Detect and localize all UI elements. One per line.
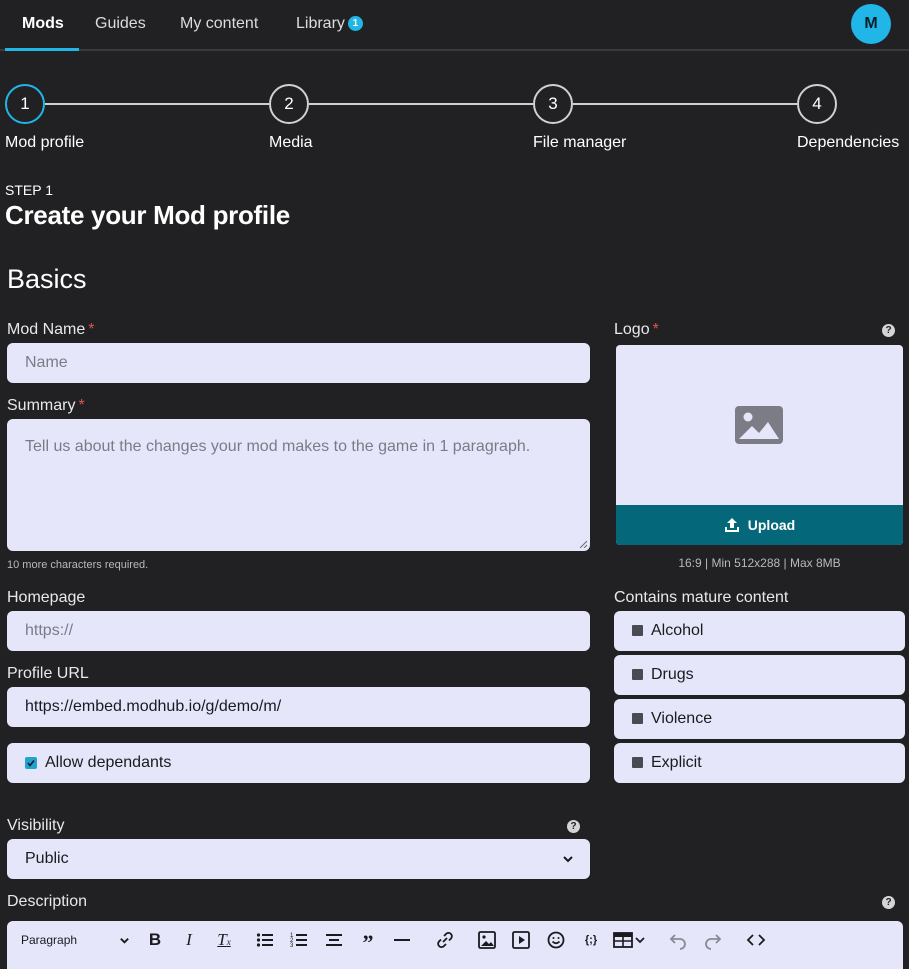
bullet-list-icon[interactable] bbox=[256, 930, 274, 950]
step-4-label: Dependencies bbox=[797, 134, 900, 151]
step-1-label: Mod profile bbox=[5, 134, 85, 151]
quote-icon[interactable]: ” bbox=[358, 930, 378, 955]
emoji-icon[interactable] bbox=[547, 930, 565, 950]
homepage-input[interactable]: https:// bbox=[7, 611, 590, 651]
allow-dependants-checkbox[interactable]: Allow dependants bbox=[7, 743, 590, 783]
mature-option-label: Explicit bbox=[651, 754, 702, 771]
profile-url-label: Profile URL bbox=[7, 665, 89, 682]
required-marker: * bbox=[88, 321, 95, 338]
mod-name-label-text: Mod Name bbox=[7, 321, 86, 338]
bold-icon[interactable]: B bbox=[145, 930, 165, 950]
visibility-label: Visibility bbox=[7, 817, 65, 834]
chevron-down-icon bbox=[563, 856, 573, 863]
horizontal-rule-icon[interactable] bbox=[393, 930, 411, 950]
mature-option-alcohol[interactable]: Alcohol bbox=[614, 611, 905, 651]
avatar[interactable]: M bbox=[851, 4, 891, 44]
profile-url-input[interactable]: https://embed.modhub.io/g/demo/m/ bbox=[7, 687, 590, 727]
italic-icon[interactable]: I bbox=[179, 930, 199, 950]
mod-name-label: Mod Name * bbox=[7, 321, 94, 339]
mature-option-label: Violence bbox=[651, 710, 713, 727]
numbered-list-icon[interactable]: 1 2 3 bbox=[290, 930, 308, 950]
logo-label-text: Logo bbox=[614, 321, 650, 338]
stepper-connector bbox=[573, 103, 797, 105]
undo-icon[interactable] bbox=[669, 930, 687, 950]
step-3-circle[interactable]: 3 bbox=[533, 84, 573, 124]
link-icon[interactable] bbox=[435, 930, 455, 950]
step-4-circle[interactable]: 4 bbox=[797, 84, 837, 124]
mature-option-label: Drugs bbox=[651, 666, 694, 683]
section-title-basics: Basics bbox=[7, 264, 87, 294]
homepage-label: Homepage bbox=[7, 589, 86, 606]
tab-library[interactable]: Library 1 bbox=[296, 0, 363, 51]
stepper-connector bbox=[309, 103, 533, 105]
summary-label: Summary * bbox=[7, 397, 85, 415]
checkbox-unchecked-icon bbox=[632, 757, 643, 768]
source-code-icon[interactable] bbox=[746, 930, 766, 950]
logo-label: Logo * bbox=[614, 321, 659, 339]
paragraph-style-value: Paragraph bbox=[21, 933, 78, 947]
top-nav: Mods Guides My content Library 1 M bbox=[0, 0, 909, 51]
chevron-down-icon bbox=[120, 938, 129, 944]
code-variable-icon[interactable]: {;} bbox=[580, 930, 602, 950]
mature-option-label: Alcohol bbox=[651, 622, 704, 639]
tab-library-label: Library bbox=[296, 15, 345, 32]
mature-option-violence[interactable]: Violence bbox=[614, 699, 905, 739]
tab-guides[interactable]: Guides bbox=[95, 0, 146, 51]
step-2-circle[interactable]: 2 bbox=[269, 84, 309, 124]
help-icon[interactable]: ? bbox=[882, 896, 895, 909]
logo-dropzone[interactable]: Upload bbox=[616, 345, 903, 545]
step-indicator: STEP 1 bbox=[5, 182, 53, 198]
help-icon[interactable]: ? bbox=[567, 820, 580, 833]
mature-option-explicit[interactable]: Explicit bbox=[614, 743, 905, 783]
step-3-label: File manager bbox=[533, 134, 627, 151]
checkbox-unchecked-icon bbox=[632, 625, 643, 636]
image-icon[interactable] bbox=[478, 930, 496, 950]
table-icon[interactable] bbox=[613, 930, 647, 950]
redo-icon[interactable] bbox=[704, 930, 722, 950]
clear-format-icon[interactable]: Tx bbox=[213, 930, 235, 950]
checkbox-unchecked-icon bbox=[632, 713, 643, 724]
logo-hint: 16:9 | Min 512x288 | Max 8MB bbox=[678, 556, 841, 570]
upload-label: Upload bbox=[747, 517, 796, 533]
description-label: Description bbox=[7, 893, 88, 910]
library-count-badge: 1 bbox=[347, 16, 363, 31]
video-icon[interactable] bbox=[512, 930, 530, 950]
step-1-circle[interactable]: 1 bbox=[5, 84, 45, 124]
align-center-icon[interactable] bbox=[325, 930, 343, 950]
step-2-label: Media bbox=[269, 134, 313, 151]
checkbox-unchecked-icon bbox=[632, 669, 643, 680]
visibility-value: Public bbox=[25, 850, 69, 867]
stepper-connector bbox=[45, 103, 269, 105]
mod-name-input[interactable]: Name bbox=[7, 343, 590, 383]
image-placeholder-icon bbox=[735, 406, 783, 444]
page-title: Create your Mod profile bbox=[5, 200, 290, 230]
help-icon[interactable]: ? bbox=[882, 324, 895, 337]
mature-content-label: Contains mature content bbox=[614, 589, 789, 606]
tab-mods[interactable]: Mods bbox=[22, 0, 64, 51]
visibility-select[interactable]: Public bbox=[7, 839, 590, 879]
editor-toolbar: Paragraph B I Tx 1 2 3 ” {;} bbox=[7, 921, 903, 969]
tab-my-content[interactable]: My content bbox=[180, 0, 258, 51]
mature-option-drugs[interactable]: Drugs bbox=[614, 655, 905, 695]
checkbox-checked-icon bbox=[25, 757, 37, 769]
svg-text:3: 3 bbox=[290, 943, 294, 949]
required-marker: * bbox=[652, 321, 659, 338]
upload-button[interactable]: Upload bbox=[616, 505, 903, 545]
active-tab-indicator bbox=[5, 48, 79, 51]
upload-icon bbox=[724, 518, 739, 532]
paragraph-style-select[interactable]: Paragraph bbox=[21, 930, 131, 950]
summary-placeholder: Tell us about the changes your mod makes… bbox=[25, 438, 531, 455]
required-marker: * bbox=[78, 397, 85, 414]
summary-hint: 10 more characters required. bbox=[7, 559, 149, 571]
summary-label-text: Summary bbox=[7, 397, 76, 414]
allow-dependants-label: Allow dependants bbox=[45, 754, 172, 771]
resize-handle-icon[interactable] bbox=[579, 540, 587, 548]
summary-textarea[interactable]: Tell us about the changes your mod makes… bbox=[7, 419, 590, 551]
